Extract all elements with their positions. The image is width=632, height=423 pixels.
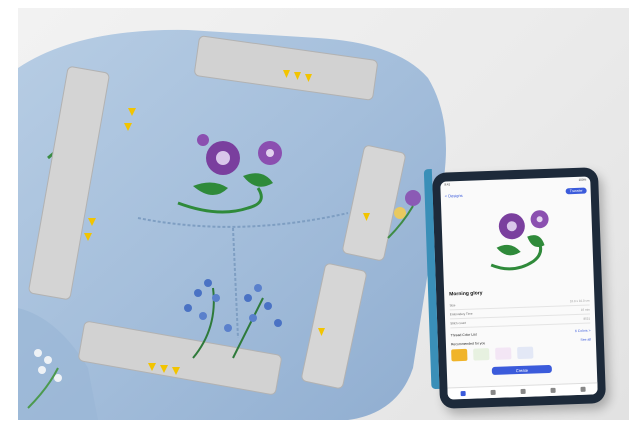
design-preview — [441, 195, 594, 288]
home-tab-icon[interactable] — [460, 390, 466, 397]
tablet: 9:41 100% < Designs Transfer Morning glo… — [423, 167, 607, 409]
design-details: Morning glory Size 10.0 x 10.0 cm Embroi… — [444, 286, 597, 376]
recommended-thumb[interactable] — [451, 348, 468, 362]
tablet-screen: 9:41 100% < Designs Transfer Morning glo… — [440, 176, 598, 400]
detail-label: Size — [449, 303, 456, 308]
status-battery: 100% — [578, 177, 587, 182]
thread-color-label: Thread Color List — [450, 332, 477, 338]
status-time: 9:41 — [444, 182, 451, 187]
profile-tab-icon[interactable] — [579, 386, 586, 392]
thread-color-row[interactable]: Thread Color List 6 Colors > — [451, 329, 591, 338]
detail-label: Embroidery Time — [449, 311, 473, 317]
edit-tab-icon[interactable] — [550, 387, 556, 393]
photo: 9:41 100% < Designs Transfer Morning glo… — [18, 8, 629, 420]
design-image — [490, 210, 549, 271]
thread-color-link[interactable]: 6 Colors > — [575, 329, 591, 334]
detail-label: Stitch count — [450, 320, 466, 326]
recommended-thumb[interactable] — [517, 346, 534, 360]
detail-value: 10.0 x 10.0 cm — [569, 298, 590, 304]
back-button[interactable]: < Designs — [445, 192, 463, 198]
tab-bar — [447, 382, 598, 400]
add-tab-icon[interactable] — [520, 388, 526, 395]
detail-value: 8531 — [583, 316, 591, 321]
designs-tab-icon[interactable] — [490, 389, 496, 396]
create-button[interactable]: Create — [491, 364, 552, 375]
transfer-button[interactable]: Transfer — [565, 187, 587, 195]
recommended-thumb[interactable] — [473, 348, 490, 361]
recommended-thumb[interactable] — [495, 347, 512, 360]
detail-value: 16 min — [580, 307, 590, 312]
design-name: Morning glory — [449, 290, 483, 298]
recommended-label: Recommended for you — [450, 341, 486, 347]
recommended-thumbnails — [451, 345, 591, 362]
see-all-link[interactable]: See all — [580, 338, 591, 342]
